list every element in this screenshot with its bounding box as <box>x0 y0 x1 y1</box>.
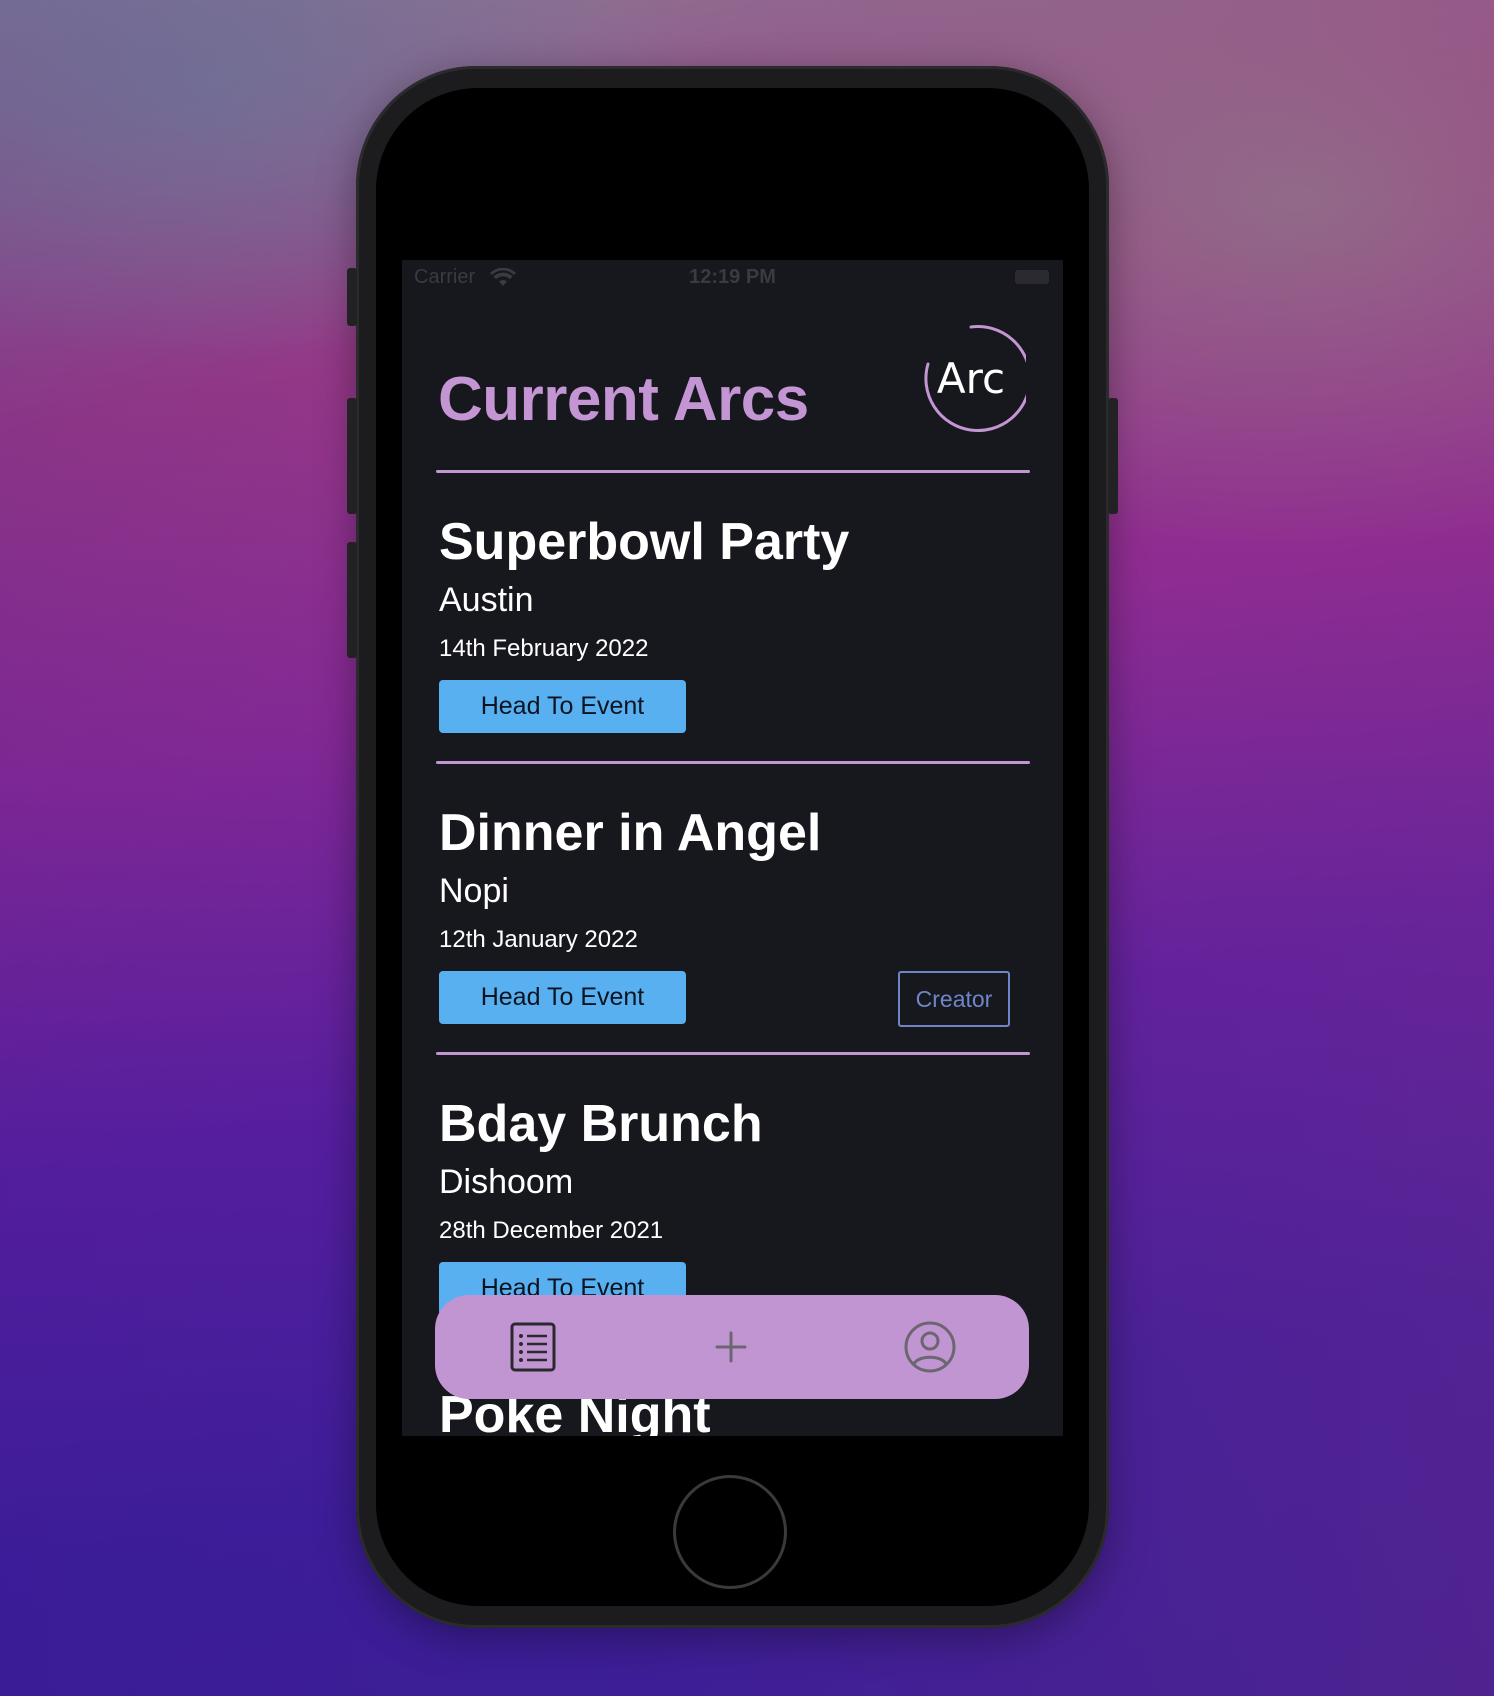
profile-icon <box>904 1321 956 1373</box>
event-venue: Dishoom <box>439 1163 574 1201</box>
mute-switch <box>347 268 357 326</box>
event-date: 28th December 2021 <box>439 1217 664 1244</box>
event-divider <box>436 761 1030 764</box>
header-divider <box>436 470 1030 473</box>
event-date: 14th February 2022 <box>439 635 649 662</box>
head-to-event-button[interactable]: Head To Event <box>439 680 686 733</box>
event-date: 12th January 2022 <box>439 926 638 953</box>
event-divider <box>436 1052 1030 1055</box>
tab-events-list[interactable] <box>503 1317 563 1377</box>
page-title: Current Arcs <box>438 365 809 434</box>
arc-logo: Arc <box>916 324 1032 434</box>
volume-down-button <box>347 542 357 658</box>
tab-add-event[interactable] <box>701 1317 761 1377</box>
list-icon <box>510 1322 556 1372</box>
status-bar: Carrier 12:19 PM <box>402 260 1063 300</box>
tab-bar <box>435 1295 1029 1399</box>
logo-text: Arc <box>936 354 1006 403</box>
home-button[interactable] <box>673 1475 787 1589</box>
event-title: Bday Brunch <box>439 1095 763 1153</box>
battery-icon <box>1015 270 1049 284</box>
power-button <box>1108 398 1118 514</box>
head-to-event-button[interactable]: Head To Event <box>439 971 686 1024</box>
app-screen: Carrier 12:19 PM Current Arcs Arc Superb… <box>402 260 1063 1436</box>
plus-icon <box>715 1331 747 1363</box>
creator-badge[interactable]: Creator <box>898 971 1010 1027</box>
event-venue: Austin <box>439 581 534 619</box>
event-title: Superbowl Party <box>439 513 850 571</box>
status-time: 12:19 PM <box>689 266 776 288</box>
event-venue: Nopi <box>439 872 509 910</box>
tab-profile[interactable] <box>900 1317 960 1377</box>
volume-up-button <box>347 398 357 514</box>
event-title: Dinner in Angel <box>439 804 822 862</box>
